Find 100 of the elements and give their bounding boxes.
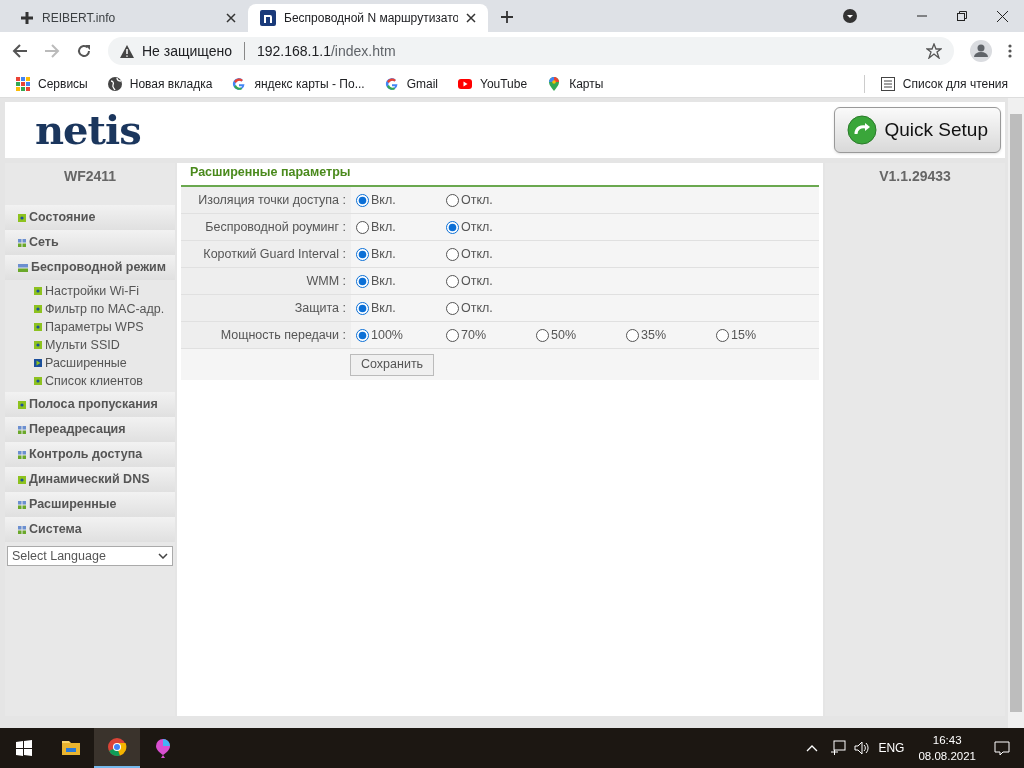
radio-button[interactable] (446, 274, 459, 288)
submenu-item[interactable]: Настройки Wi-Fi (5, 282, 175, 300)
play-square-icon (34, 359, 42, 367)
submenu-item[interactable]: Список клиентов (5, 372, 175, 390)
radio-option[interactable]: Откл. (446, 190, 536, 210)
field-label: Мощность передачи : (181, 322, 351, 348)
plus-square-icon (34, 305, 42, 313)
radio-button[interactable] (356, 328, 369, 342)
plus-square-icon (18, 475, 26, 484)
submenu-item[interactable]: Мульти SSID (5, 336, 175, 354)
language-select[interactable]: Select Language (7, 546, 173, 566)
taskbar-app[interactable] (94, 728, 140, 768)
plus-square-icon (34, 377, 42, 385)
radio-option[interactable]: Откл. (446, 244, 536, 264)
radio-option[interactable]: Вкл. (356, 298, 446, 318)
radio-button[interactable] (356, 274, 369, 288)
warning-icon (120, 44, 134, 58)
bookmark-link[interactable]: Сервисы (16, 74, 88, 93)
field-label: Изоляция точки доступа : (181, 187, 351, 213)
radio-option[interactable]: Вкл. (356, 271, 446, 291)
radio-button[interactable] (356, 220, 369, 234)
video-play-icon (458, 76, 472, 91)
address-bar[interactable]: Не защищено 192.168.1.1/index.htm (108, 37, 954, 65)
radio-button[interactable] (446, 193, 459, 207)
reading-list-button[interactable]: Список для чтения (880, 74, 1008, 93)
radio-button[interactable] (356, 193, 369, 207)
radio-option[interactable]: Вкл. (356, 217, 446, 237)
grid-icon (18, 450, 26, 459)
menu-item[interactable]: Контроль доступа (5, 442, 175, 467)
save-button[interactable]: Сохранить (350, 353, 435, 376)
radio-button[interactable] (446, 247, 459, 261)
radio-button[interactable] (446, 301, 459, 315)
site-icon (260, 10, 276, 26)
grid-icon (18, 500, 26, 509)
radio-button[interactable] (356, 247, 369, 261)
logo: netis (35, 110, 141, 150)
restore-icon[interactable] (957, 11, 967, 21)
radio-option[interactable]: 100% (356, 325, 446, 345)
bookmark-link[interactable]: YouTube (458, 74, 528, 93)
menu-item[interactable]: Полоса пропускания (5, 392, 175, 417)
bookmark-link[interactable]: Карты (547, 74, 604, 93)
submenu-item[interactable]: Фильтр по MAC-адр. (5, 300, 175, 318)
notification-icon[interactable] (994, 740, 1010, 756)
menu-item[interactable]: Беспроводной режим (5, 255, 175, 280)
menu-item[interactable]: Динамический DNS (5, 467, 175, 492)
radio-button[interactable] (716, 328, 729, 342)
quick-setup-button[interactable]: Quick Setup (833, 107, 1001, 153)
radio-button[interactable] (536, 328, 549, 342)
more-icon[interactable] (1008, 43, 1012, 59)
plus-square-icon (34, 323, 42, 331)
radio-option[interactable]: Вкл. (356, 190, 446, 210)
bookmark-link[interactable]: Новая вкладка (107, 74, 213, 93)
star-icon[interactable] (926, 43, 942, 59)
back-icon[interactable] (12, 43, 28, 59)
submenu-item[interactable]: Расширенные (5, 354, 175, 372)
balloon-icon (153, 738, 173, 758)
radio-option[interactable]: Откл. (446, 298, 536, 318)
radio-option[interactable]: 35% (626, 325, 716, 345)
bookmark-link[interactable]: яндекс карты - По... (232, 74, 365, 93)
browser-tab[interactable]: Беспроводной N маршрутизато (248, 4, 488, 32)
menu-item[interactable]: Состояние (5, 205, 175, 230)
radio-option[interactable]: 15% (716, 325, 806, 345)
radio-button[interactable] (626, 328, 639, 342)
globe-icon (107, 76, 122, 91)
bookmark-link[interactable]: Gmail (384, 74, 438, 93)
security-label[interactable]: Не защищено (142, 40, 232, 62)
menu-item[interactable]: Система (5, 517, 175, 542)
reload-icon[interactable] (76, 43, 92, 59)
browser-tab[interactable]: REIBERT.info (8, 4, 248, 32)
menu-item[interactable]: Расширенные (5, 492, 175, 517)
keyboard-language[interactable]: ENG (878, 739, 905, 757)
submenu-item[interactable]: Параметры WPS (5, 318, 175, 336)
scrollbar-thumb[interactable] (1010, 114, 1022, 712)
new-tab-icon[interactable] (500, 10, 514, 24)
close-icon[interactable] (997, 10, 1008, 22)
radio-option[interactable]: 50% (536, 325, 626, 345)
close-icon[interactable] (226, 13, 236, 23)
chevron-down-icon (158, 553, 168, 559)
radio-option[interactable]: 70% (446, 325, 536, 345)
grid-icon (18, 525, 26, 534)
chevron-up-icon[interactable] (806, 744, 819, 752)
volume-icon[interactable] (854, 740, 871, 756)
radio-option[interactable]: Откл. (446, 271, 536, 291)
map-pin-icon (547, 76, 562, 91)
clock[interactable]: 16:43 08.08.2021 (918, 732, 976, 764)
dropdown-icon[interactable] (843, 9, 857, 23)
menu-item[interactable]: Сеть (5, 230, 175, 255)
radio-button[interactable] (446, 220, 459, 234)
network-icon[interactable] (830, 740, 847, 756)
radio-option[interactable]: Вкл. (356, 244, 446, 264)
menu-item[interactable]: Переадресация (5, 417, 175, 442)
radio-option[interactable]: Откл. (446, 217, 536, 237)
radio-button[interactable] (356, 301, 369, 315)
close-icon[interactable] (466, 13, 476, 23)
radio-button[interactable] (446, 328, 459, 342)
windows-start-icon[interactable] (16, 740, 32, 756)
profile-icon[interactable] (970, 40, 992, 62)
field-label: Беспроводной роуминг : (181, 214, 351, 240)
minus-icon (18, 263, 28, 272)
tab-title: Беспроводной N маршрутизато (284, 10, 458, 27)
